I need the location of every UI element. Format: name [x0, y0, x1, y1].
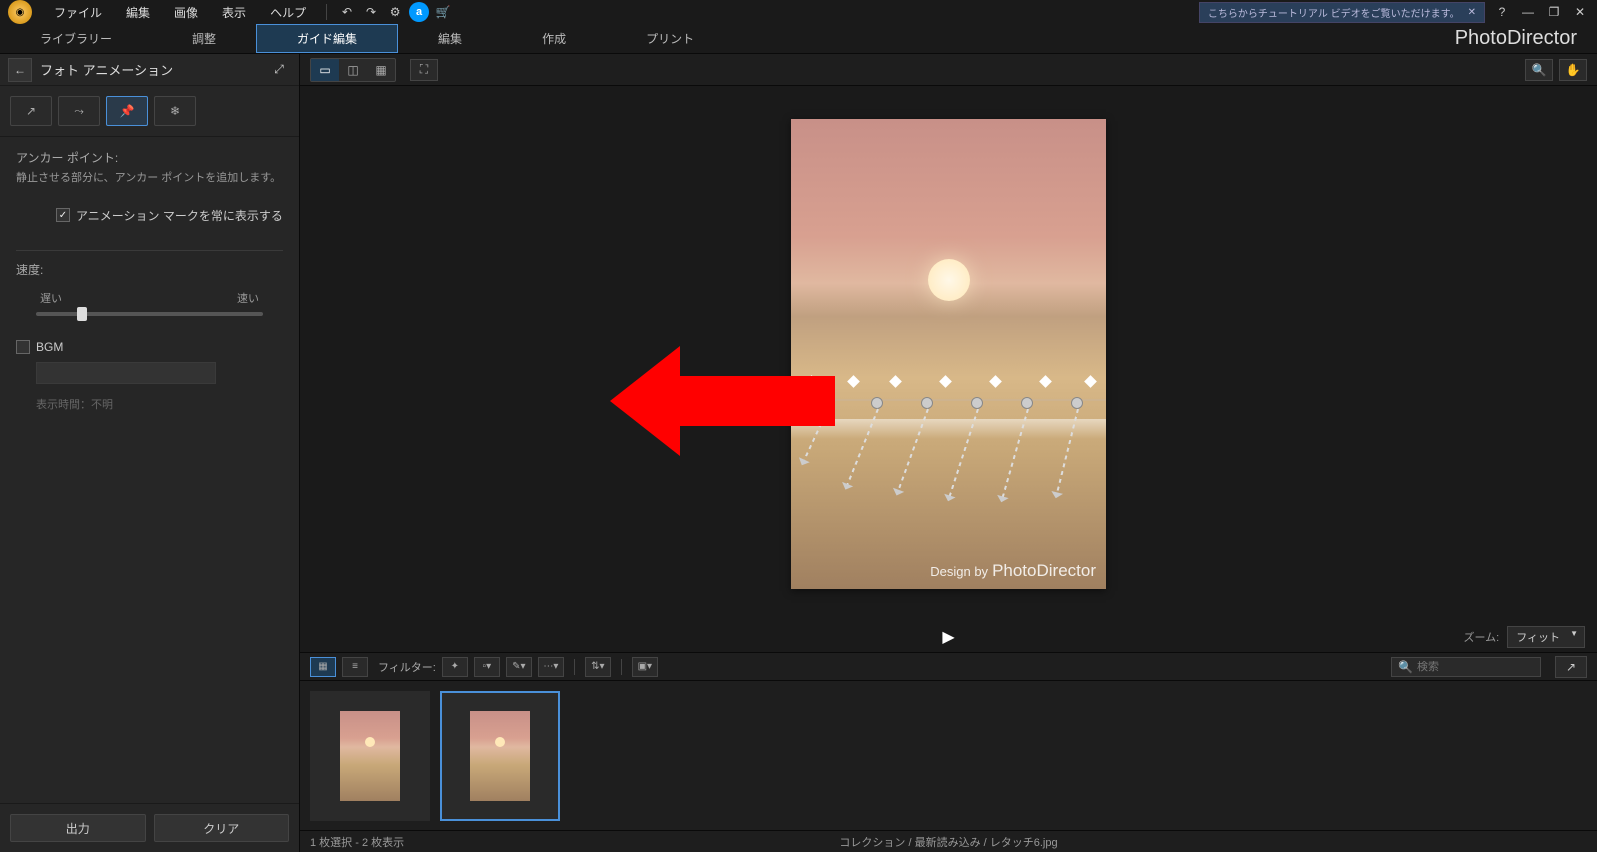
view-grid-icon[interactable]: ▦ [367, 59, 395, 81]
anchor-label: アンカー ポイント: [16, 149, 283, 166]
tool-anchor[interactable]: 📌 [106, 96, 148, 126]
bgm-checkbox[interactable] [16, 340, 30, 354]
thumbnail[interactable] [310, 691, 430, 821]
main-area: ▭ ◫ ▦ ⛶ 🔍 ✋ [300, 54, 1597, 852]
motion-start[interactable] [1071, 397, 1083, 409]
horizon-line [791, 399, 1106, 401]
search-input[interactable] [1417, 661, 1559, 673]
pan-tool-icon[interactable]: ✋ [1559, 59, 1587, 81]
anchor-point[interactable] [1084, 375, 1097, 388]
duration-text: 表示時間：不明 [36, 396, 283, 412]
filter-label-icon[interactable]: ▫▾ [474, 657, 500, 677]
motion-start[interactable] [871, 397, 883, 409]
expand-icon[interactable]: ⤢ [267, 58, 291, 82]
tab-library[interactable]: ライブラリー [0, 24, 152, 53]
zoom-select[interactable]: フィット [1507, 626, 1585, 648]
notification-icon[interactable]: a [409, 2, 429, 22]
menu-help[interactable]: ヘルプ [260, 2, 316, 23]
bgm-file-box[interactable] [36, 362, 216, 384]
canvas[interactable]: Design by PhotoDirector [300, 86, 1597, 622]
settings-icon[interactable]: ⚙ [385, 2, 405, 22]
show-marks-checkbox[interactable] [56, 208, 70, 222]
thumb-view-small-icon[interactable]: ▦ [310, 657, 336, 677]
zoom-label: ズーム: [1463, 629, 1499, 645]
share-icon[interactable]: ↗ [1555, 656, 1587, 678]
menu-file[interactable]: ファイル [44, 2, 112, 23]
tool-motion-path[interactable]: ⤳ [58, 96, 100, 126]
close-icon[interactable]: ✕ [1468, 7, 1476, 18]
view-fullscreen-icon[interactable]: ⛶ [410, 59, 438, 81]
tab-adjust[interactable]: 調整 [152, 24, 256, 53]
clear-button[interactable]: クリア [154, 814, 290, 842]
speed-slider-thumb[interactable] [77, 307, 87, 321]
tutorial-banner[interactable]: こちらからチュートリアル ビデオをご覧いただけます。 ✕ [1199, 2, 1485, 23]
panel-title: フォト アニメーション [40, 60, 259, 79]
anchor-point[interactable] [989, 375, 1002, 388]
play-button[interactable]: ▶ [942, 627, 954, 647]
sun-graphic [928, 259, 970, 301]
speed-label: 速度: [16, 261, 283, 278]
tab-guided[interactable]: ガイド編集 [256, 24, 398, 53]
photo-preview[interactable]: Design by PhotoDirector [791, 119, 1106, 589]
thumb-view-list-icon[interactable]: ≡ [342, 657, 368, 677]
left-panel: ← フォト アニメーション ⤢ ↗ ⤳ 📌 ❄ アンカー ポイント: 静止させる… [0, 54, 300, 852]
app-logo: ◉ [8, 0, 32, 24]
filter-more-icon[interactable]: ⋯▾ [538, 657, 564, 677]
motion-start[interactable] [821, 397, 833, 409]
filter-flag-icon[interactable]: ✎▾ [506, 657, 532, 677]
close-window-icon[interactable]: ✕ [1571, 3, 1589, 21]
tutorial-text: こちらからチュートリアル ビデオをご覧いただけます。 [1208, 5, 1460, 20]
brand-label: PhotoDirector [1435, 24, 1597, 53]
filter-auto-icon[interactable]: ✦ [442, 657, 468, 677]
thumbnail[interactable] [440, 691, 560, 821]
anchor-point[interactable] [939, 375, 952, 388]
export-button[interactable]: 出力 [10, 814, 146, 842]
watermark: Design by PhotoDirector [930, 561, 1096, 581]
tab-print[interactable]: プリント [606, 24, 734, 53]
anchor-desc: 静止させる部分に、アンカー ポイントを追加します。 [16, 170, 283, 187]
speed-slider[interactable] [36, 312, 263, 316]
status-selection: 1 枚選択 - 2 枚表示 [310, 834, 404, 850]
tab-create[interactable]: 作成 [502, 24, 606, 53]
main-tabs: ライブラリー 調整 ガイド編集 編集 作成 プリント PhotoDirector [0, 24, 1597, 54]
anchor-point[interactable] [805, 375, 818, 388]
view-compare-icon[interactable]: ◫ [339, 59, 367, 81]
anchor-point[interactable] [1039, 375, 1052, 388]
motion-start[interactable] [1021, 397, 1033, 409]
search-box[interactable]: 🔍 ✕ [1391, 657, 1541, 677]
menu-view[interactable]: 表示 [212, 2, 256, 23]
tab-edit[interactable]: 編集 [398, 24, 502, 53]
minimize-icon[interactable]: — [1519, 3, 1537, 21]
maximize-icon[interactable]: ❐ [1545, 3, 1563, 21]
filter-label: フィルター: [378, 659, 436, 675]
motion-start[interactable] [971, 397, 983, 409]
thumbnail-strip [300, 680, 1597, 830]
cart-icon[interactable]: 🛒 [433, 2, 453, 22]
tool-row: ↗ ⤳ 📌 ❄ [0, 86, 299, 137]
help-icon[interactable]: ? [1493, 3, 1511, 21]
stack-icon[interactable]: ▣▾ [632, 657, 658, 677]
anchor-point[interactable] [889, 375, 902, 388]
bgm-label: BGM [36, 340, 63, 354]
tool-freeze[interactable]: ❄ [154, 96, 196, 126]
wave-graphic [791, 419, 1106, 439]
zoom-tool-icon[interactable]: 🔍 [1525, 59, 1553, 81]
top-menu-bar: ◉ ファイル 編集 画像 表示 ヘルプ ↶ ↷ ⚙ a 🛒 こちらからチュートリ… [0, 0, 1597, 24]
back-button[interactable]: ← [8, 58, 32, 82]
redo-icon[interactable]: ↷ [361, 2, 381, 22]
show-marks-label: アニメーション マークを常に表示する [76, 207, 283, 224]
speed-slow-label: 遅い [40, 290, 62, 306]
tool-motion-arrow[interactable]: ↗ [10, 96, 52, 126]
speed-fast-label: 速い [237, 290, 259, 306]
sort-icon[interactable]: ⇅▾ [585, 657, 611, 677]
menu-image[interactable]: 画像 [164, 2, 208, 23]
anchor-point[interactable] [847, 375, 860, 388]
motion-start[interactable] [921, 397, 933, 409]
menu-edit[interactable]: 編集 [116, 2, 160, 23]
view-single-icon[interactable]: ▭ [311, 59, 339, 81]
status-path: コレクション / 最新読み込み / レタッチ6.jpg [839, 834, 1057, 850]
search-icon: 🔍 [1398, 660, 1413, 674]
status-bar: 1 枚選択 - 2 枚表示 コレクション / 最新読み込み / レタッチ6.jp… [300, 830, 1597, 852]
undo-icon[interactable]: ↶ [337, 2, 357, 22]
